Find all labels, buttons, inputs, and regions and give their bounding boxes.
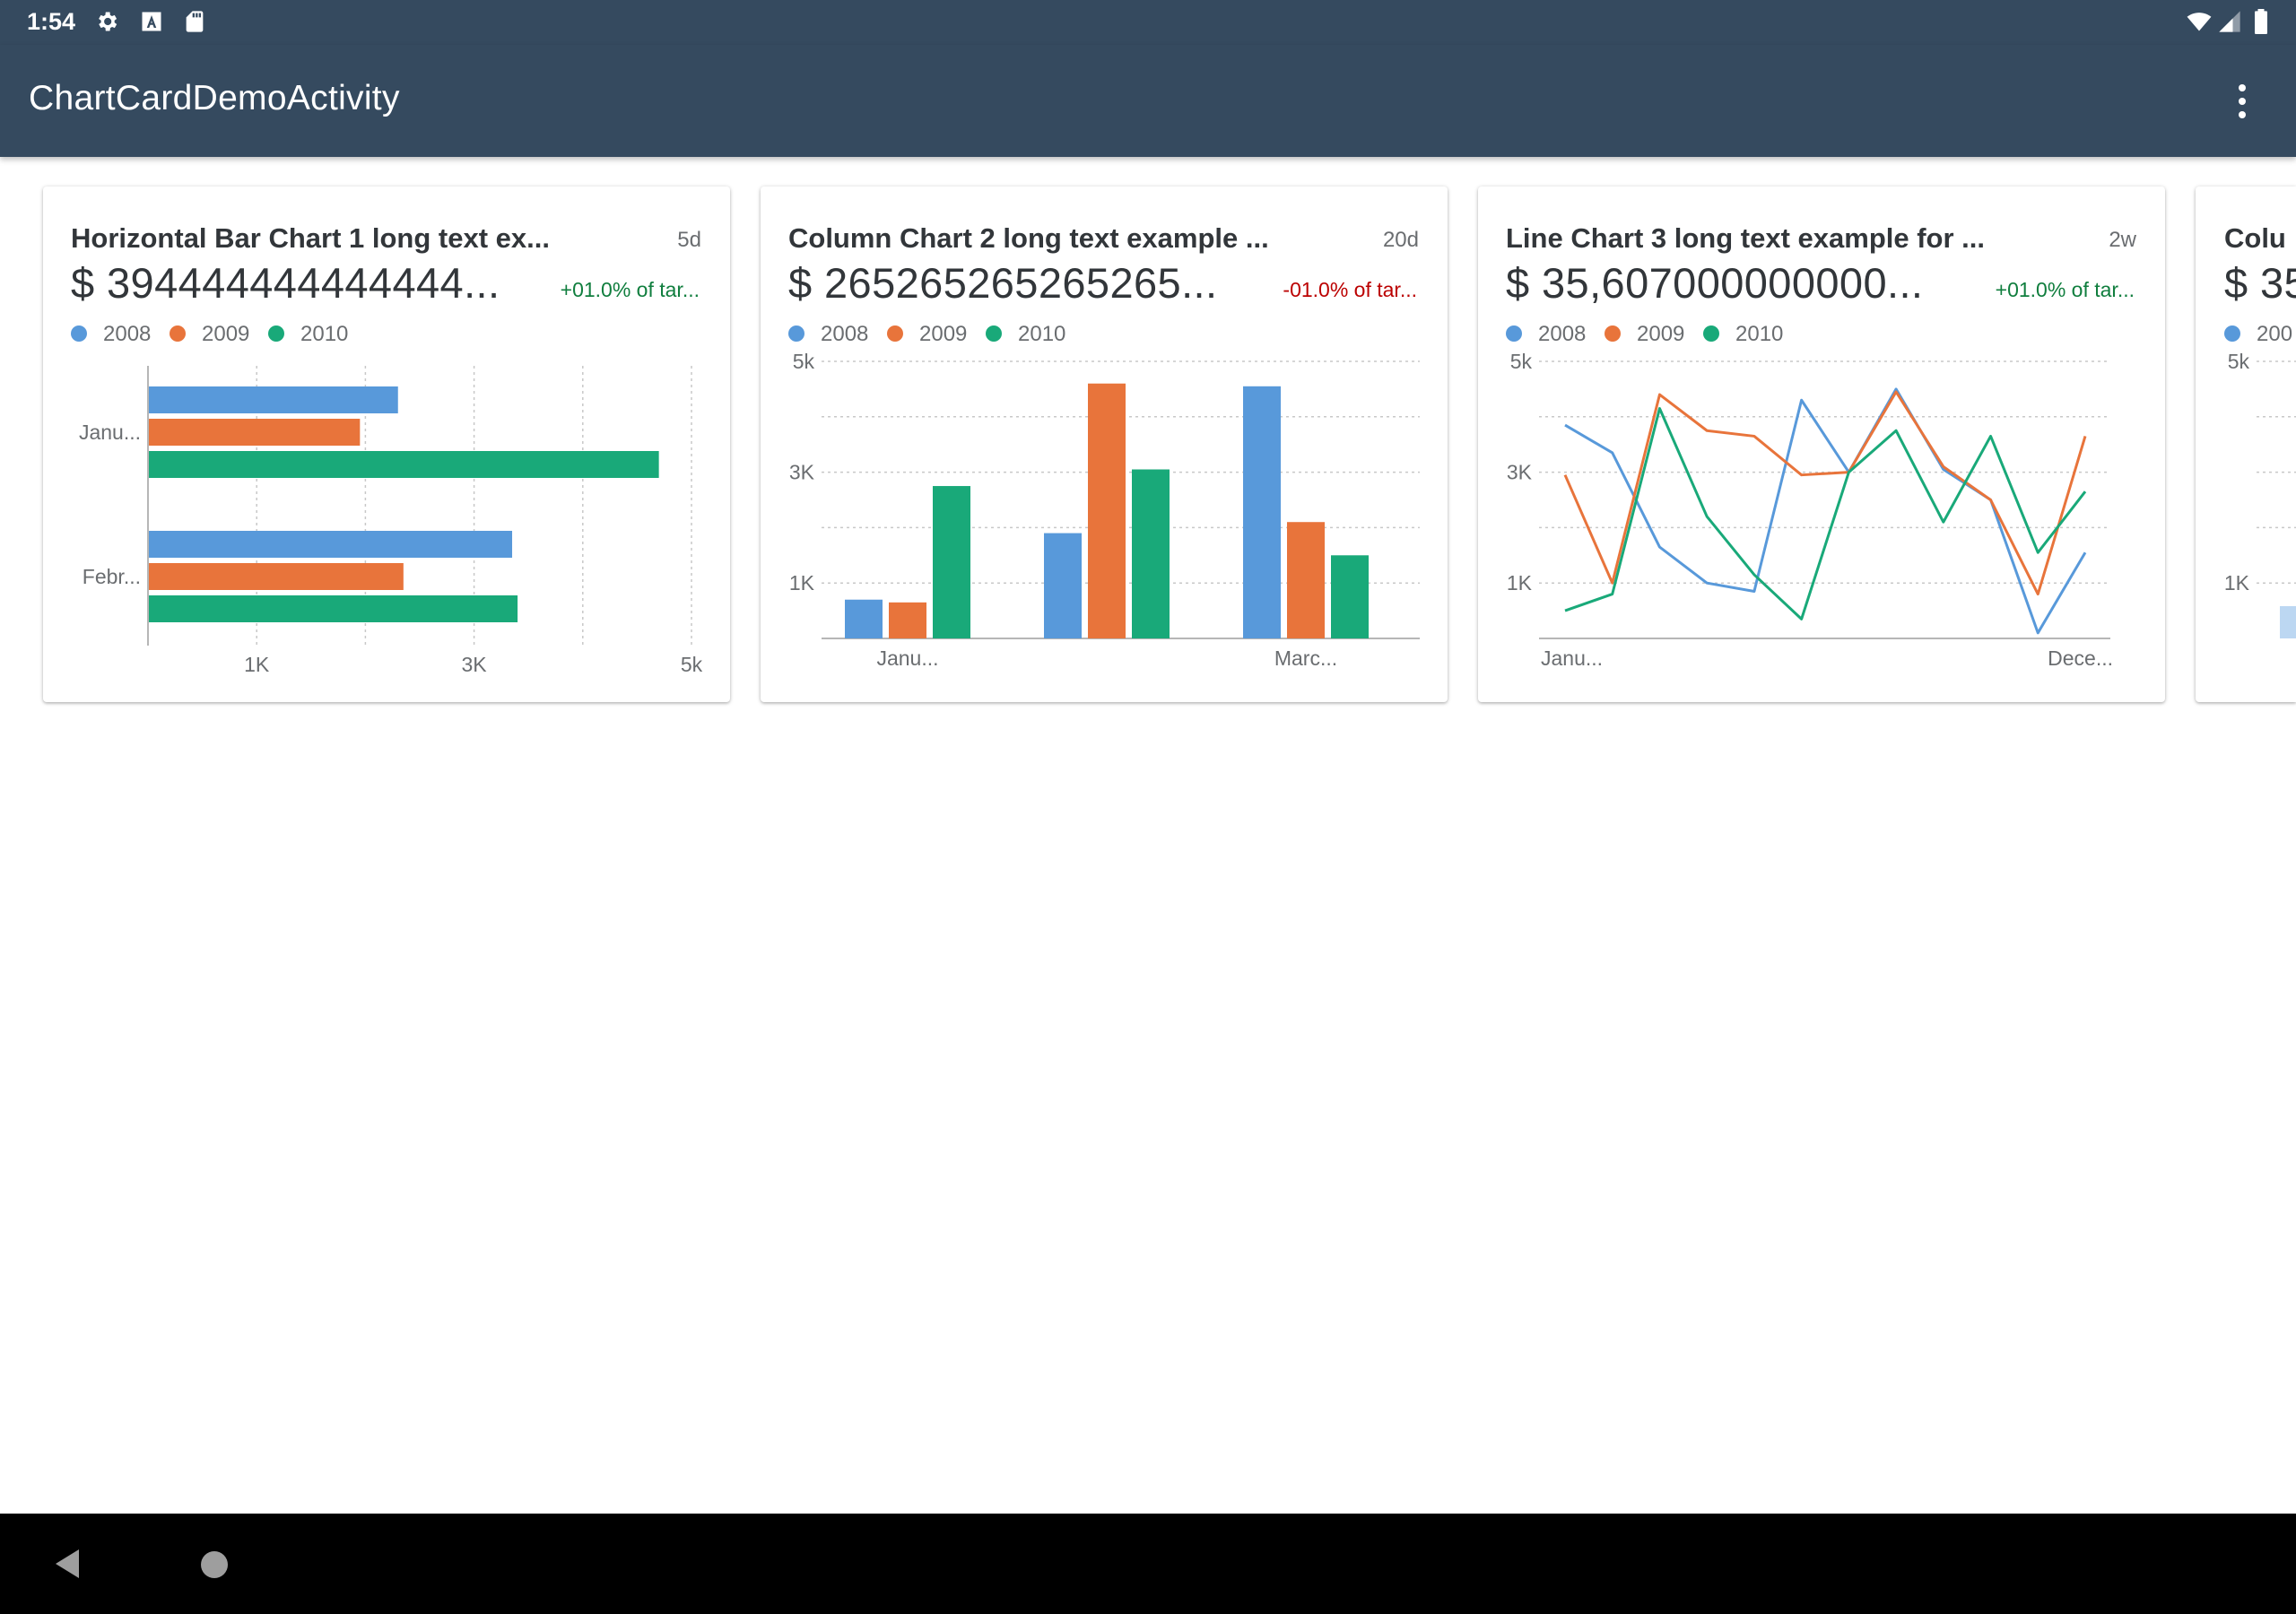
column-2010-2 xyxy=(1331,555,1369,638)
column-2010-0 xyxy=(933,486,970,638)
column-2008-2 xyxy=(1243,386,1281,638)
y-tick-label: 3K xyxy=(1507,461,1533,484)
app-title: ChartCardDemoActivity xyxy=(29,79,400,117)
x-tick-label: 5k xyxy=(681,653,703,676)
status-time: 1:54 xyxy=(27,8,76,35)
bar-2010-0 xyxy=(149,451,659,478)
signal-icon xyxy=(2219,11,2240,32)
column-partial xyxy=(2280,606,2296,638)
horizontal-bar-chart: 1K 3K 5k Janu... Febr... xyxy=(79,366,703,676)
column-2008-0 xyxy=(845,599,883,638)
column-chart-partial: 1K 5k xyxy=(2224,350,2296,638)
category-label: Febr... xyxy=(83,565,141,588)
bar-2010-1 xyxy=(149,595,518,622)
category-label: Marc... xyxy=(1274,646,1337,670)
home-circle-icon[interactable] xyxy=(199,1549,230,1580)
category-label: Janu... xyxy=(1541,646,1603,670)
column-2009-0 xyxy=(889,602,926,638)
x-tick-label: 1K xyxy=(244,653,270,676)
sd-card-icon xyxy=(186,11,204,32)
back-triangle-icon[interactable] xyxy=(52,1548,83,1580)
line-series-2008 xyxy=(1564,387,2087,635)
column-2009-2 xyxy=(1287,522,1325,638)
line-series-2009 xyxy=(1563,390,2087,596)
gear-icon xyxy=(99,12,117,31)
wifi-icon xyxy=(2187,13,2212,31)
battery-icon xyxy=(2255,9,2267,34)
x-tick-label: 3K xyxy=(462,653,488,676)
y-tick-label: 1K xyxy=(2224,571,2250,594)
bar-2008-1 xyxy=(149,531,513,558)
status-bar: 1:54 xyxy=(0,0,2296,45)
y-tick-label: 5k xyxy=(1510,350,1533,373)
column-chart: 1K 3K 5k Janu... Marc... xyxy=(789,350,1420,670)
app-bar: ChartCardDemoActivity xyxy=(0,45,2296,157)
navigation-bar xyxy=(0,1514,2296,1614)
y-tick-label: 1K xyxy=(789,571,815,594)
bar-2009-0 xyxy=(149,419,361,446)
text-a-icon xyxy=(142,12,161,31)
more-vert-icon[interactable] xyxy=(2226,81,2258,122)
chart-card-3[interactable]: Line Chart 3 long text example for ... 2… xyxy=(1478,187,2165,702)
category-label: Dece... xyxy=(2048,646,2113,670)
bar-2008-0 xyxy=(149,386,398,413)
column-2009-1 xyxy=(1088,383,1126,638)
y-tick-label: 1K xyxy=(1507,571,1533,594)
line-chart: 1K 3K 5k Janu... Dece... xyxy=(1507,350,2113,670)
y-tick-label: 3K xyxy=(789,461,815,484)
chart-card-2[interactable]: Column Chart 2 long text example ... 20d… xyxy=(761,187,1448,702)
y-tick-label: 5k xyxy=(2228,350,2250,373)
column-2008-1 xyxy=(1044,533,1082,638)
bar-2009-1 xyxy=(149,563,404,590)
category-label: Janu... xyxy=(79,421,141,444)
chart-card-4[interactable]: Colu $ 35 200 1K5k xyxy=(2196,187,2296,702)
column-2010-1 xyxy=(1132,469,1170,638)
chart-card-1[interactable]: Horizontal Bar Chart 1 long text ex... 5… xyxy=(43,187,730,702)
y-tick-label: 5k xyxy=(793,350,815,373)
category-label: Janu... xyxy=(876,646,938,670)
